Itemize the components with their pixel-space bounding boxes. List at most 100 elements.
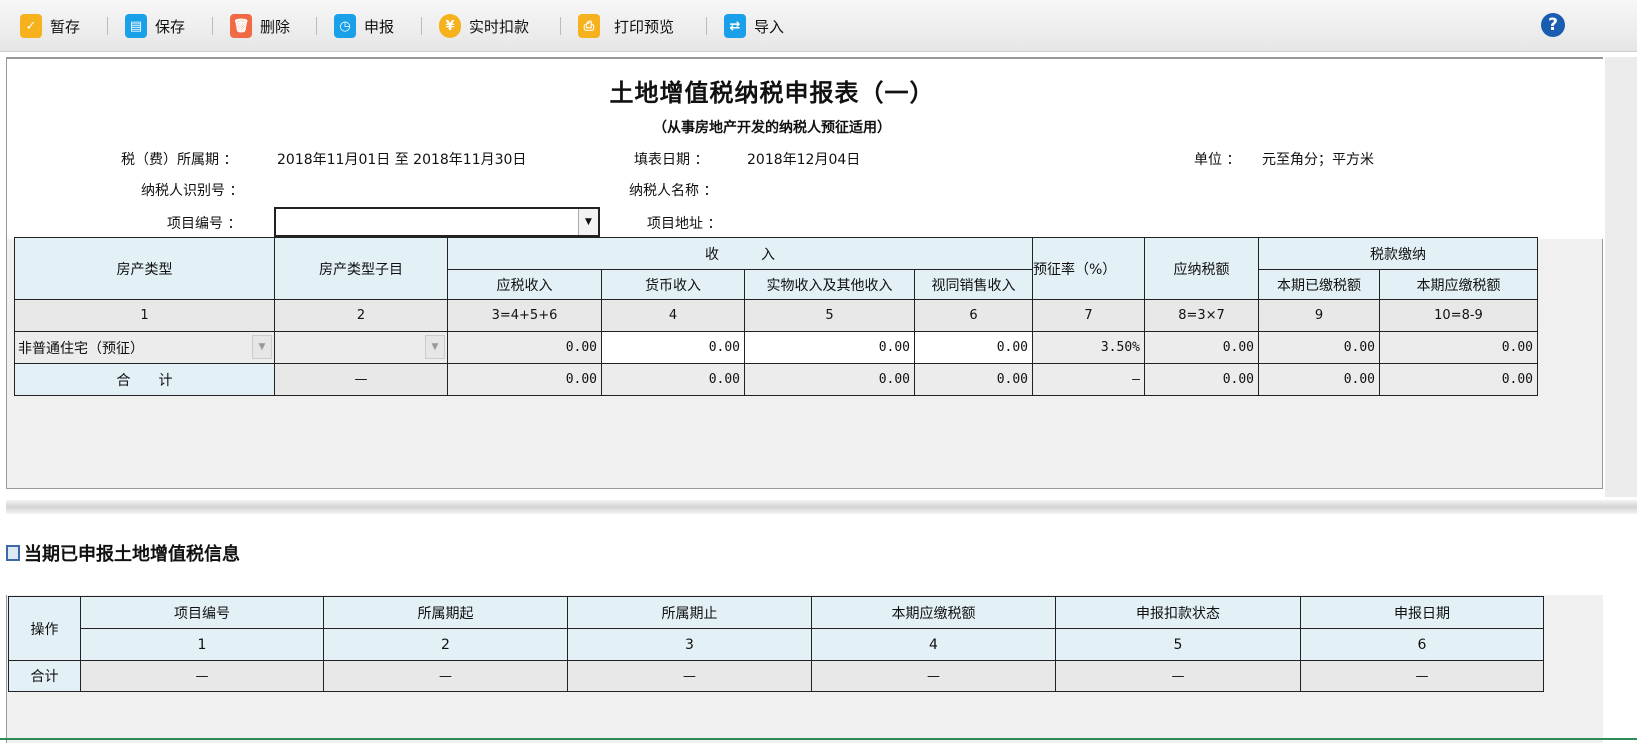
- header-project-no: 项目编号: [80, 596, 324, 629]
- total-row: 合计 — — — — — —: [8, 660, 1544, 692]
- realtime-deduct-button[interactable]: ¥ 实时扣款: [439, 13, 529, 39]
- total-cell: —: [1032, 363, 1145, 396]
- tax-cell: 0.00: [1144, 331, 1259, 364]
- divider: [421, 17, 422, 35]
- total-cell: 0.00: [447, 363, 602, 396]
- total-cell: 0.00: [1258, 363, 1380, 396]
- period-value: 2018年11月01日 至 2018年11月30日: [277, 152, 527, 168]
- button-label: 实时扣款: [469, 17, 530, 36]
- total-cell: 0.00: [1144, 363, 1259, 396]
- kind-income-input[interactable]: 0.00: [744, 331, 915, 364]
- property-type-value: 非普通住宅（预征）: [18, 340, 144, 357]
- chevron-down-icon[interactable]: ▼: [252, 335, 272, 359]
- stopwatch-icon: ◷: [334, 14, 356, 38]
- total-cell: —: [567, 660, 812, 692]
- property-type-select[interactable]: 非普通住宅（预征） ▼: [14, 331, 275, 364]
- header-subtype: 房产类型子目: [274, 237, 448, 300]
- header-date: 申报日期: [1300, 596, 1544, 629]
- coin-icon: ¥: [439, 14, 461, 38]
- col-number: 3: [567, 628, 812, 661]
- total-cell: 0.00: [1379, 363, 1538, 396]
- form-title: 土地增值税纳税申报表（一）: [609, 78, 935, 107]
- header-payment: 税款缴纳: [1258, 237, 1538, 270]
- taxpayer-id-label: 纳税人识别号 ：: [141, 183, 244, 199]
- header-due: 本期应缴税额: [1379, 269, 1538, 300]
- col-number: 1: [14, 299, 275, 332]
- col-number: 7: [1032, 299, 1145, 332]
- declaration-form-panel: 土地增值税纳税申报表（一） （从事房地产开发的纳税人预征适用） 税（费）所属期 …: [6, 57, 1604, 489]
- header-money-income: 货币收入: [601, 269, 745, 300]
- divider: [212, 17, 213, 35]
- total-cell: —: [323, 660, 568, 692]
- button-label: 删除: [260, 17, 291, 36]
- col-number: 2: [274, 299, 448, 332]
- table-row: 非普通住宅（预征） ▼ ▼ 0.00 0.00 0.00 0.00 3.50% 0…: [14, 331, 1538, 364]
- form-subtitle: （从事房地产开发的纳税人预征适用）: [653, 120, 891, 136]
- col-number: 6: [1300, 628, 1544, 661]
- header-rate: 预征率（%）: [1032, 237, 1145, 300]
- property-subtype-select[interactable]: ▼: [274, 331, 448, 364]
- trash-icon: 🗑: [230, 14, 252, 38]
- total-cell: 0.00: [744, 363, 915, 396]
- col-number: 5: [744, 299, 915, 332]
- total-row: 合 计 — 0.00 0.00 0.00 0.00 — 0.00 0.00 0.…: [14, 363, 1538, 396]
- header-period-start: 所属期起: [323, 596, 568, 629]
- chevron-down-icon[interactable]: ▼: [578, 209, 598, 235]
- total-cell: 0.00: [914, 363, 1033, 396]
- col-number: 4: [811, 628, 1056, 661]
- declare-button[interactable]: ◷ 申报: [334, 13, 394, 39]
- col-number: 1: [80, 628, 324, 661]
- header-due-tax: 本期应缴税额: [811, 596, 1056, 629]
- print-preview-button[interactable]: ⎙ 打印预览: [578, 13, 674, 39]
- deemed-income-input[interactable]: 0.00: [914, 331, 1033, 364]
- bottom-border: [0, 738, 1637, 740]
- header-tax: 应纳税额: [1144, 237, 1259, 300]
- button-label: 导入: [754, 17, 785, 36]
- header-kind-income: 实物收入及其他收入: [744, 269, 915, 300]
- printer-icon: ⎙: [578, 14, 600, 38]
- scrollbar[interactable]: [1605, 57, 1637, 497]
- button-label: 暂存: [50, 17, 81, 36]
- divider: [706, 17, 707, 35]
- clipboard-icon: ✓: [20, 14, 42, 38]
- divider: [316, 17, 317, 35]
- col-number: 5: [1055, 628, 1301, 661]
- history-table: 操作 项目编号 所属期起 所属期止 本期应缴税额 申报扣款状态 申报日期 1 2…: [8, 596, 1544, 692]
- col-number: 6: [914, 299, 1033, 332]
- divider: [560, 17, 561, 35]
- import-button[interactable]: ⇄ 导入: [724, 13, 784, 39]
- money-income-input[interactable]: 0.00: [601, 331, 745, 364]
- save-button[interactable]: ▤ 保存: [125, 13, 185, 39]
- fill-date-value: 2018年12月04日: [747, 152, 861, 168]
- help-icon[interactable]: ?: [1541, 13, 1565, 37]
- header-paid: 本期已缴税额: [1258, 269, 1380, 300]
- total-subtype: —: [274, 363, 448, 396]
- total-label: 合 计: [14, 363, 275, 396]
- toolbar: ✓ 暂存 ▤ 保存 🗑 删除 ◷ 申报 ¥ 实时扣款 ⎙ 打印预览 ⇄ 导入 ?: [0, 0, 1637, 52]
- divider: [107, 17, 108, 35]
- save-icon: ▤: [125, 14, 147, 38]
- header-income: 收 入: [447, 237, 1033, 270]
- total-cell: —: [1300, 660, 1544, 692]
- col-number: 9: [1258, 299, 1380, 332]
- chevron-down-icon[interactable]: ▼: [425, 335, 445, 359]
- total-cell: —: [811, 660, 1056, 692]
- splitter[interactable]: [6, 500, 1637, 514]
- due-cell: 0.00: [1379, 331, 1538, 364]
- temp-save-button[interactable]: ✓ 暂存: [20, 13, 80, 39]
- total-cell: —: [80, 660, 324, 692]
- button-label: 保存: [155, 17, 186, 36]
- import-icon: ⇄: [724, 14, 746, 38]
- header-type: 房产类型: [14, 237, 275, 300]
- delete-button[interactable]: 🗑 删除: [230, 13, 290, 39]
- header-action: 操作: [8, 596, 81, 661]
- project-no-select[interactable]: ▼: [274, 207, 600, 237]
- col-number: 10=8-9: [1379, 299, 1538, 332]
- fill-date-label: 填表日期 ：: [634, 152, 709, 168]
- section-title: 当期已申报土地增值税信息: [6, 540, 240, 566]
- unit-label: 单位 ：: [1194, 152, 1241, 168]
- col-number: 2: [323, 628, 568, 661]
- project-addr-label: 项目地址 ：: [647, 216, 722, 232]
- button-label: 申报: [364, 17, 395, 36]
- unit-value: 元至角分；平方米: [1262, 152, 1374, 168]
